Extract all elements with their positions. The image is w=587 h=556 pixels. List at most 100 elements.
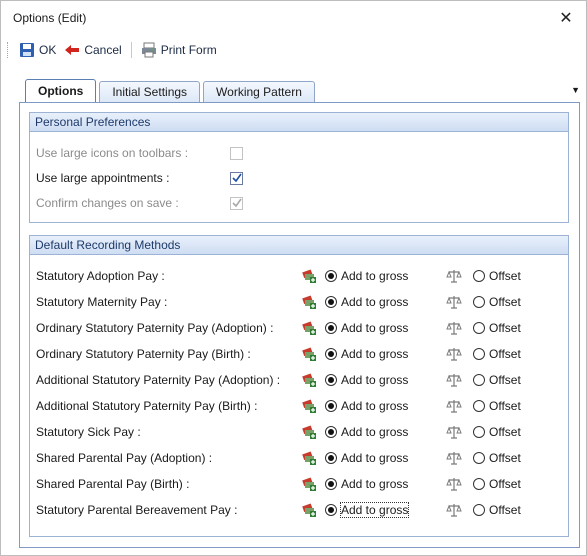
- options-dialog: Options (Edit) ✕ OK Cancel Print Form Op…: [0, 0, 587, 556]
- add-to-gross-radio[interactable]: Add to gross: [325, 399, 408, 413]
- recording-row-label: Statutory Parental Bereavement Pay :: [36, 503, 238, 517]
- offset-radio[interactable]: Offset: [473, 269, 521, 283]
- recording-row: Shared Parental Pay (Adoption) : Add to …: [36, 448, 566, 468]
- add-to-gross-radio[interactable]: Add to gross: [325, 477, 408, 491]
- radio-circle: [473, 296, 485, 308]
- offset-radio[interactable]: Offset: [473, 425, 521, 439]
- money-add-icon: [302, 503, 316, 517]
- ok-button[interactable]: OK: [15, 40, 60, 60]
- offset-label: Offset: [489, 451, 521, 465]
- pref-row-confirm-changes: Confirm changes on save :: [36, 193, 336, 213]
- print-form-button[interactable]: Print Form: [137, 40, 221, 60]
- radio-circle: [473, 504, 485, 516]
- offset-label: Offset: [489, 425, 521, 439]
- add-to-gross-label: Add to gross: [341, 425, 409, 439]
- radio-circle: [473, 322, 485, 334]
- recording-row: Statutory Adoption Pay : Add to gross Of…: [36, 266, 566, 286]
- radio-circle: [473, 374, 485, 386]
- add-to-gross-radio[interactable]: Add to gross: [325, 295, 408, 309]
- offset-label: Offset: [489, 503, 521, 517]
- offset-label: Offset: [489, 269, 521, 283]
- add-to-gross-radio[interactable]: Add to gross: [325, 269, 408, 283]
- offset-label: Offset: [489, 373, 521, 387]
- money-add-icon: [302, 373, 316, 387]
- pref-label-large-icons: Use large icons on toolbars :: [36, 146, 189, 160]
- radio-circle: [325, 322, 337, 334]
- pref-label-large-appointments: Use large appointments :: [36, 171, 170, 185]
- money-add-icon: [302, 347, 316, 361]
- close-button[interactable]: ✕: [546, 1, 586, 35]
- offset-radio[interactable]: Offset: [473, 373, 521, 387]
- add-to-gross-label: Add to gross: [341, 269, 409, 283]
- large-icons-checkbox[interactable]: [230, 146, 243, 160]
- add-to-gross-radio[interactable]: Add to gross: [325, 321, 408, 335]
- money-add-icon: [302, 295, 316, 309]
- recording-row: Statutory Maternity Pay : Add to gross O…: [36, 292, 566, 312]
- recording-row-label: Ordinary Statutory Paternity Pay (Adopti…: [36, 321, 274, 335]
- radio-circle: [325, 478, 337, 490]
- offset-radio[interactable]: Offset: [473, 321, 521, 335]
- offset-radio[interactable]: Offset: [473, 347, 521, 361]
- offset-radio[interactable]: Offset: [473, 399, 521, 413]
- balance-scale-icon: [446, 504, 462, 517]
- offset-label: Offset: [489, 399, 521, 413]
- tab-strip: Options Initial Settings Working Pattern: [25, 79, 318, 102]
- radio-circle: [473, 270, 485, 282]
- default-recording-methods-group: Default Recording Methods Statutory Adop…: [29, 235, 569, 537]
- balance-scale-icon: [446, 348, 462, 361]
- add-to-gross-label: Add to gross: [341, 321, 409, 335]
- pref-label-confirm-changes: Confirm changes on save :: [36, 196, 179, 210]
- offset-label: Offset: [489, 347, 521, 361]
- cancel-button[interactable]: Cancel: [60, 40, 125, 60]
- offset-radio[interactable]: Offset: [473, 295, 521, 309]
- add-to-gross-label: Add to gross: [341, 451, 409, 465]
- add-to-gross-radio[interactable]: Add to gross: [325, 502, 410, 518]
- offset-radio[interactable]: Offset: [473, 451, 521, 465]
- add-to-gross-label: Add to gross: [341, 295, 409, 309]
- large-appointments-checkbox[interactable]: [230, 171, 243, 185]
- window-title: Options (Edit): [13, 11, 87, 25]
- recording-row-label: Additional Statutory Paternity Pay (Birt…: [36, 399, 258, 413]
- radio-circle: [325, 452, 337, 464]
- balance-scale-icon: [446, 374, 462, 387]
- recording-row-label: Statutory Maternity Pay :: [36, 295, 168, 309]
- recording-row: Statutory Parental Bereavement Pay : Add…: [36, 500, 566, 520]
- money-add-icon: [302, 425, 316, 439]
- offset-radio[interactable]: Offset: [473, 477, 521, 491]
- offset-radio[interactable]: Offset: [473, 503, 521, 517]
- recording-row: Additional Statutory Paternity Pay (Birt…: [36, 396, 566, 416]
- add-to-gross-radio[interactable]: Add to gross: [325, 373, 408, 387]
- add-to-gross-radio[interactable]: Add to gross: [325, 451, 408, 465]
- tab-initial-settings[interactable]: Initial Settings: [99, 81, 201, 102]
- tab-working-pattern[interactable]: Working Pattern: [203, 81, 315, 102]
- tab-dropdown-icon[interactable]: ▼: [571, 85, 580, 95]
- confirm-changes-checkbox[interactable]: [230, 196, 243, 210]
- options-panel: Personal Preferences Use large icons on …: [19, 102, 580, 548]
- recording-row: Additional Statutory Paternity Pay (Adop…: [36, 370, 566, 390]
- radio-circle: [325, 400, 337, 412]
- balance-scale-icon: [446, 478, 462, 491]
- recording-row-label: Shared Parental Pay (Adoption) :: [36, 451, 213, 465]
- offset-label: Offset: [489, 295, 521, 309]
- checkmark-icon: [231, 198, 242, 208]
- recording-row: Ordinary Statutory Paternity Pay (Adopti…: [36, 318, 566, 338]
- recording-row: Shared Parental Pay (Birth) : Add to gro…: [36, 474, 566, 494]
- tab-options[interactable]: Options: [25, 79, 97, 102]
- radio-circle: [325, 348, 337, 360]
- recording-row-label: Statutory Sick Pay :: [36, 425, 141, 439]
- add-to-gross-radio[interactable]: Add to gross: [325, 425, 408, 439]
- cancel-label: Cancel: [84, 43, 122, 57]
- add-to-gross-label: Add to gross: [341, 347, 409, 361]
- radio-circle: [325, 426, 337, 438]
- balance-scale-icon: [446, 296, 462, 309]
- add-to-gross-radio[interactable]: Add to gross: [325, 347, 408, 361]
- balance-scale-icon: [446, 426, 462, 439]
- balance-scale-icon: [446, 400, 462, 413]
- money-add-icon: [302, 477, 316, 491]
- recording-row: Statutory Sick Pay : Add to gross Offset: [36, 422, 566, 442]
- toolbar: OK Cancel Print Form: [1, 35, 586, 65]
- radio-circle: [473, 478, 485, 490]
- balance-scale-icon: [446, 452, 462, 465]
- radio-circle: [473, 426, 485, 438]
- add-to-gross-label: Add to gross: [341, 477, 409, 491]
